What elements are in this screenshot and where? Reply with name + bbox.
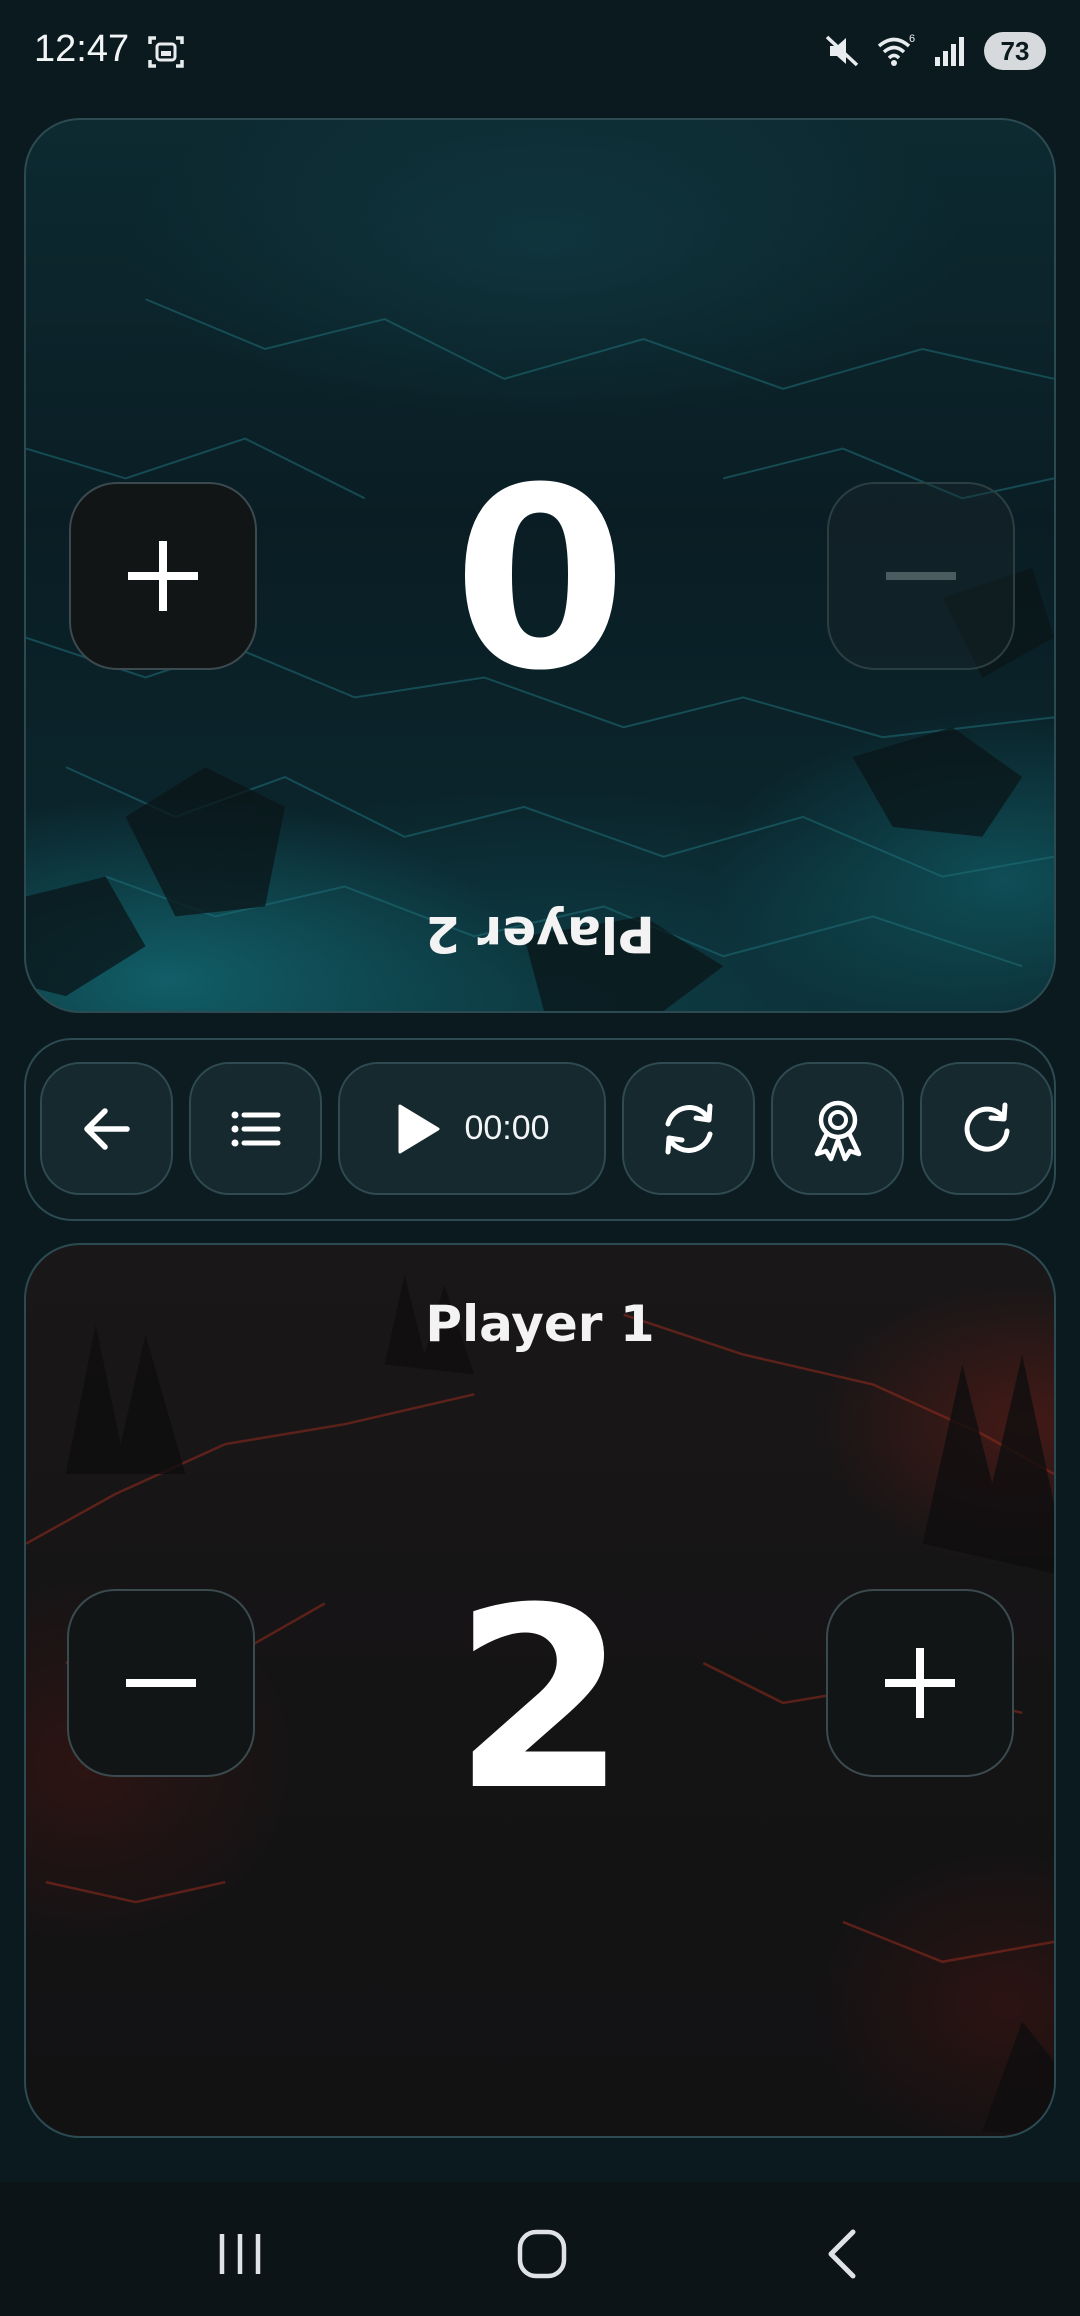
svg-text:6: 6 — [909, 33, 915, 45]
status-icons: 6 73 — [822, 28, 1046, 74]
status-bar: 12:47 6 73 — [0, 0, 1080, 105]
player1-panel[interactable]: Player 1 2 — [24, 1243, 1056, 2138]
mute-icon — [825, 35, 859, 67]
award-icon — [814, 1100, 861, 1161]
minus-icon — [886, 572, 956, 580]
back-icon[interactable] — [815, 2224, 875, 2284]
history-list-button[interactable] — [189, 1062, 322, 1195]
player2-minus-button[interactable] — [827, 482, 1015, 670]
back-arrow-icon — [83, 1107, 130, 1150]
timer-play-button[interactable]: 00:00 — [338, 1062, 606, 1195]
control-toolbar: 00:00 — [24, 1038, 1056, 1221]
screenshot-icon — [148, 36, 184, 68]
status-time: 12:47 — [34, 28, 130, 70]
award-button[interactable] — [771, 1062, 904, 1195]
battery-indicator: 73 — [984, 32, 1046, 70]
player1-label: Player 1 — [425, 1295, 655, 1353]
swap-icon — [665, 1103, 712, 1154]
recents-icon[interactable] — [210, 2224, 270, 2284]
list-icon — [231, 1111, 280, 1146]
play-icon — [398, 1104, 440, 1153]
reset-button[interactable] — [920, 1062, 1053, 1195]
home-icon[interactable] — [512, 2224, 572, 2284]
player2-panel[interactable]: 0 Player 2 — [24, 118, 1056, 1013]
back-button[interactable] — [40, 1062, 173, 1195]
reset-icon — [964, 1102, 1009, 1152]
system-navigation-bar — [0, 2182, 1080, 2316]
timer-display: 00:00 — [464, 1109, 550, 1147]
player2-label: Player 2 — [425, 905, 655, 963]
plus-icon — [885, 1648, 955, 1718]
signal-icon — [935, 37, 964, 66]
wifi-icon: 6 — [877, 33, 915, 66]
player1-plus-button[interactable] — [826, 1589, 1014, 1777]
swap-sides-button[interactable] — [622, 1062, 755, 1195]
